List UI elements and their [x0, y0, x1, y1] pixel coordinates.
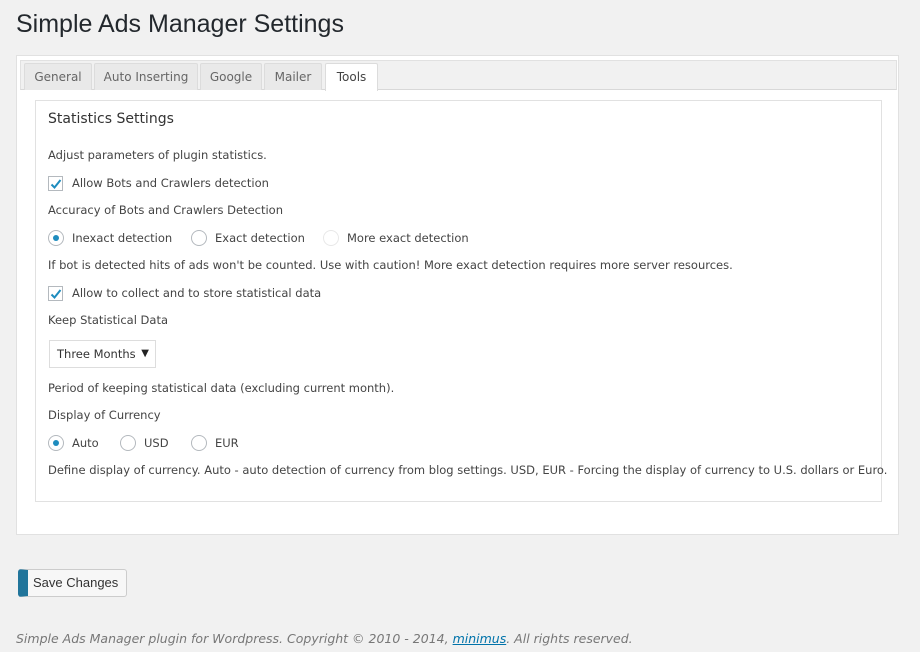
footer-text-end: . All rights reserved. [506, 631, 633, 646]
radio-currency-eur[interactable] [191, 435, 207, 451]
currency-label: Display of Currency [48, 408, 161, 422]
allow-bots-label: Allow Bots and Crawlers detection [72, 176, 269, 190]
tab-google[interactable]: Google [200, 63, 262, 90]
radio-usd-label: USD [144, 436, 169, 450]
settings-container: General Auto Inserting Google Mailer Too… [16, 55, 899, 535]
section-title: Statistics Settings [48, 111, 174, 127]
accuracy-note: If bot is detected hits of ads won't be … [48, 258, 733, 272]
radio-exact-label: Exact detection [215, 231, 305, 245]
tab-mailer[interactable]: Mailer [264, 63, 322, 90]
tab-strip: General Auto Inserting Google Mailer Too… [20, 60, 897, 91]
radio-more-exact-label: More exact detection [347, 231, 469, 245]
keep-data-select[interactable]: Three Months ▼ [49, 340, 156, 368]
footer-text: Simple Ads Manager plugin for Wordpress.… [16, 631, 453, 646]
accuracy-label: Accuracy of Bots and Crawlers Detection [48, 203, 283, 217]
radio-inexact-label: Inexact detection [72, 231, 173, 245]
checkmark-icon [50, 179, 62, 189]
allow-bots-checkbox[interactable] [48, 176, 63, 191]
radio-currency-usd[interactable] [120, 435, 136, 451]
allow-collect-checkbox[interactable] [48, 286, 63, 301]
save-changes-button[interactable]: Save Changes [18, 569, 127, 597]
keep-data-label: Keep Statistical Data [48, 313, 169, 327]
tab-general[interactable]: General [24, 63, 92, 90]
page-title: Simple Ads Manager Settings [16, 10, 344, 38]
keep-data-note: Period of keeping statistical data (excl… [48, 381, 395, 395]
checkmark-icon [50, 289, 62, 299]
currency-note: Define display of currency. Auto - auto … [48, 463, 888, 477]
radio-exact-detection[interactable] [191, 230, 207, 246]
radio-more-exact-detection[interactable] [323, 230, 339, 246]
footer-author-link[interactable]: minimus [453, 631, 507, 646]
footer-copyright: Simple Ads Manager plugin for Wordpress.… [16, 631, 633, 646]
radio-inexact-detection[interactable] [48, 230, 64, 246]
radio-currency-auto[interactable] [48, 435, 64, 451]
statistics-settings-panel: Statistics Settings Adjust parameters of… [35, 100, 887, 502]
tab-auto-inserting[interactable]: Auto Inserting [94, 63, 198, 90]
radio-eur-label: EUR [215, 436, 239, 450]
radio-auto-label: Auto [72, 436, 99, 450]
tab-tools[interactable]: Tools [325, 63, 378, 91]
dropdown-arrow-icon: ▼ [141, 348, 149, 359]
keep-data-select-value: Three Months [57, 347, 136, 361]
allow-collect-label: Allow to collect and to store statistica… [72, 286, 322, 300]
intro-text: Adjust parameters of plugin statistics. [48, 148, 267, 162]
